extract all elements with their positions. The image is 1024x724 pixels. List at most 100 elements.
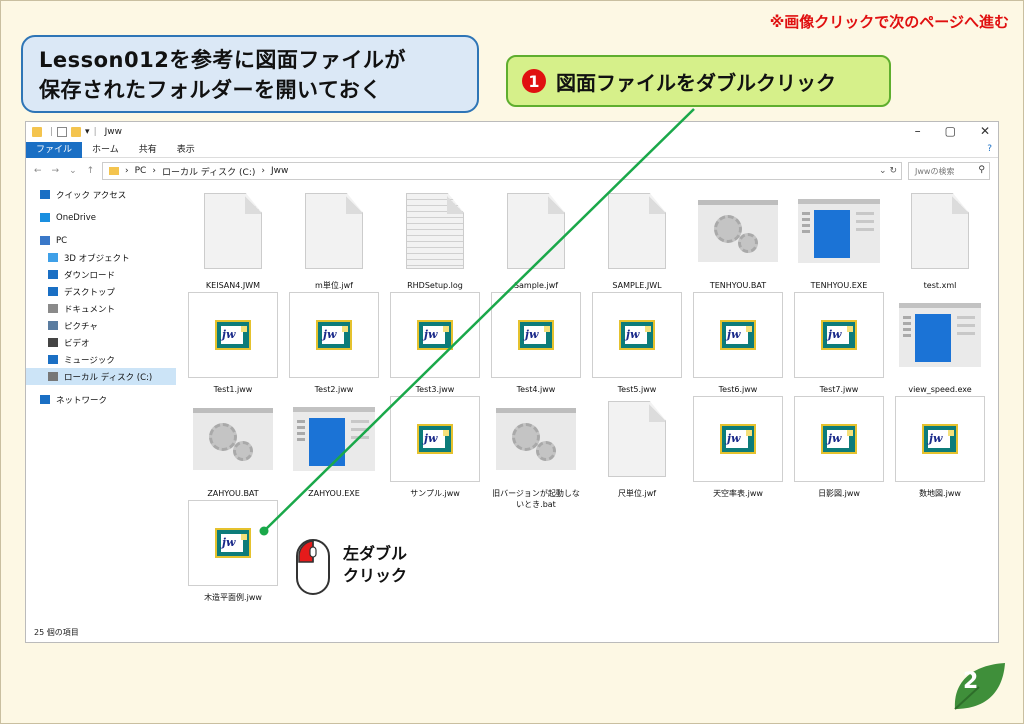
file-item[interactable]: RHDSetup.log [388,184,482,290]
tab-file[interactable]: ファイル [26,141,83,158]
file-item[interactable]: jw Test7.jww [792,288,886,394]
sidebar-item[interactable]: クイック アクセス [26,186,176,203]
file-item[interactable]: Sample.jwf [489,184,583,290]
sidebar-item-label: ローカル ディスク (C:) [64,372,153,383]
tab-view[interactable]: 表示 [167,142,205,158]
cube-icon [48,253,58,262]
sidebar-item[interactable]: ビデオ [26,334,176,351]
blank-file-icon [608,193,666,269]
up-icon[interactable]: ↑ [87,166,95,176]
jww-file-icon: jw [215,528,251,558]
maximize-button[interactable]: ▢ [945,124,956,138]
search-placeholder: Jwwの検索 [915,166,955,176]
sidebar-item[interactable]: ローカル ディスク (C:) [26,368,176,385]
minimize-button[interactable]: – [915,124,921,138]
forward-icon[interactable]: → [52,166,60,176]
properties-icon[interactable] [57,127,68,137]
recent-dropdown-icon[interactable]: ⌄ [69,166,77,176]
picture-icon [48,321,58,330]
cloud-icon [40,213,50,222]
jww-file-icon: jw [417,424,453,454]
instruction-line-1: Lesson012を参考に図面ファイルが [39,48,406,72]
file-item[interactable]: jw Test5.jww [590,288,684,394]
application-icon [899,303,981,367]
file-item[interactable]: TENHYOU.BAT [691,184,785,290]
file-item[interactable]: jw 日影図.jww [792,392,886,498]
sidebar-item[interactable]: 3D オブジェクト [26,249,176,266]
file-item[interactable]: jw 数地図.jww [893,392,987,498]
file-item[interactable]: ZAHYOU.EXE [287,392,381,498]
file-name: 日影図.jww [818,489,860,498]
breadcrumb-local-disk[interactable]: ローカル ディスク (C:) [162,165,255,178]
folder-icon [32,127,42,137]
file-thumbnail: jw [693,396,783,482]
file-item[interactable]: 尺単位.jwf [590,392,684,498]
file-thumbnail [895,292,985,378]
file-item[interactable]: jw 天空率表.jww [691,392,785,498]
sidebar-item[interactable]: ミュージック [26,351,176,368]
file-item[interactable]: 旧バージョンが起動しないとき.bat [489,392,583,509]
file-item[interactable]: jw 木造平面例.jww [186,496,280,602]
search-input[interactable]: Jwwの検索 ⚲ [908,162,990,180]
window-title: Jww [104,127,123,137]
sidebar-item[interactable]: OneDrive [26,209,176,226]
file-item[interactable]: KEISAN4.JWM [186,184,280,290]
blank-file-icon [507,193,565,269]
sidebar-item-label: デスクトップ [64,287,116,298]
sidebar-item[interactable]: ドキュメント [26,300,176,317]
navigation-pane: クイック アクセス OneDrive PC 3D オブジェクトダウンロードデスクトップ… [26,186,176,626]
file-thumbnail [794,188,884,274]
sidebar-item[interactable]: ダウンロード [26,266,176,283]
sidebar-item-label: PC [56,235,68,246]
file-item[interactable]: view_speed.exe [893,288,987,394]
file-name: 天空率表.jww [713,489,763,498]
desktop-icon [48,287,58,296]
file-item[interactable]: jw Test4.jww [489,288,583,394]
file-thumbnail [289,396,379,482]
jww-file-icon: jw [720,320,756,350]
sidebar-item-label: ネットワーク [56,395,108,406]
application-icon [293,407,375,471]
refresh-icon[interactable]: ⌄ ↻ [879,166,897,176]
tab-share[interactable]: 共有 [129,142,167,158]
file-item[interactable]: jw Test3.jww [388,288,482,394]
blank-file-icon [608,401,666,477]
file-thumbnail [592,188,682,274]
address-bar[interactable]: › PC › ローカル ディスク (C:) › Jww ⌄ ↻ [102,162,902,180]
breadcrumb-pc[interactable]: PC [135,166,147,176]
file-item[interactable]: SAMPLE.JWL [590,184,684,290]
sidebar-item[interactable]: デスクトップ [26,283,176,300]
sidebar-item-label: ドキュメント [64,304,116,315]
sidebar-item[interactable]: ネットワーク [26,391,176,408]
file-item[interactable]: m単位.jwf [287,184,381,290]
file-item[interactable]: jw Test6.jww [691,288,785,394]
sidebar-item-label: 3D オブジェクト [64,253,130,264]
tab-home[interactable]: ホーム [82,142,129,158]
quick-access-dropdown-icon[interactable]: ▾ [85,127,90,137]
window-controls: – ▢ ✕ [915,124,990,138]
file-item[interactable]: jw Test2.jww [287,288,381,394]
page-number-badge: 2 [949,659,1009,713]
blank-file-icon [911,193,969,269]
file-thumbnail [188,396,278,482]
sidebar-item[interactable]: ピクチャ [26,317,176,334]
help-icon[interactable]: ? [987,144,992,154]
slide-page[interactable]: ※画像クリックで次のページへ進む Lesson012を参考に図面ファイルが 保存… [0,0,1024,724]
file-item[interactable]: jw Test1.jww [186,288,280,394]
file-item[interactable]: ZAHYOU.BAT [186,392,280,498]
jww-file-icon: jw [215,320,251,350]
back-icon[interactable]: ← [34,166,42,176]
file-thumbnail [188,188,278,274]
file-item[interactable]: test.xml [893,184,987,290]
close-button[interactable]: ✕ [980,124,990,138]
sidebar-item[interactable]: PC [26,232,176,249]
text-file-icon [406,193,464,269]
file-item[interactable]: jw サンプル.jww [388,392,482,498]
file-item[interactable]: TENHYOU.EXE [792,184,886,290]
video-icon [48,338,58,347]
breadcrumb-jww[interactable]: Jww [271,166,288,176]
pc-icon [40,236,50,245]
disk-icon [48,372,58,381]
new-folder-icon[interactable] [71,127,82,137]
music-icon [48,355,58,364]
